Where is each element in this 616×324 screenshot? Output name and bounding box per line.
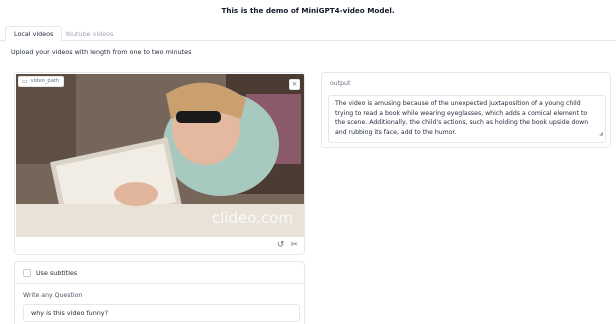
output-textarea[interactable]: The video is amusing because of the unex… <box>328 95 606 143</box>
question-input[interactable]: why is this video funny? <box>23 304 300 322</box>
video-path-label: ▭ video_path <box>18 76 65 87</box>
output-label: output <box>330 80 351 87</box>
camera-icon: ▭ <box>22 78 28 85</box>
page-title: This is the demo of MiniGPT4-video Model… <box>221 6 395 15</box>
question-label: Write any Question <box>23 292 83 299</box>
scissors-icon[interactable]: ✂ <box>290 240 298 250</box>
video-label-text: video_path <box>30 78 60 84</box>
undo-icon[interactable]: ↺ <box>277 240 285 250</box>
video-controls: ↺ ✂ <box>277 240 298 250</box>
subtitles-option[interactable]: Use subtitles <box>15 262 304 284</box>
output-text: The video is amusing because of the unex… <box>335 100 589 136</box>
resize-handle-icon[interactable]: ◢ <box>599 130 603 140</box>
output-panel: output The video is amusing because of t… <box>321 72 611 148</box>
tab-local-videos[interactable]: Local videos <box>5 26 63 42</box>
upload-instruction: Upload your videos with length from one … <box>11 48 192 56</box>
subtitles-label: Use subtitles <box>36 268 78 277</box>
watermark: clideo.com <box>211 209 293 227</box>
video-player[interactable]: ▭ video_path × clideo.com <box>16 74 304 237</box>
question-panel: Use subtitles Write any Question why is … <box>14 261 305 324</box>
close-icon[interactable]: × <box>289 79 300 90</box>
video-upload-panel: ▭ video_path × clideo.com ↺ ✂ <box>14 72 305 255</box>
tab-youtube-videos[interactable]: Youtube videos <box>57 26 121 41</box>
tab-bar: Local videos Youtube videos <box>0 26 616 42</box>
subtitles-checkbox[interactable] <box>23 268 31 277</box>
